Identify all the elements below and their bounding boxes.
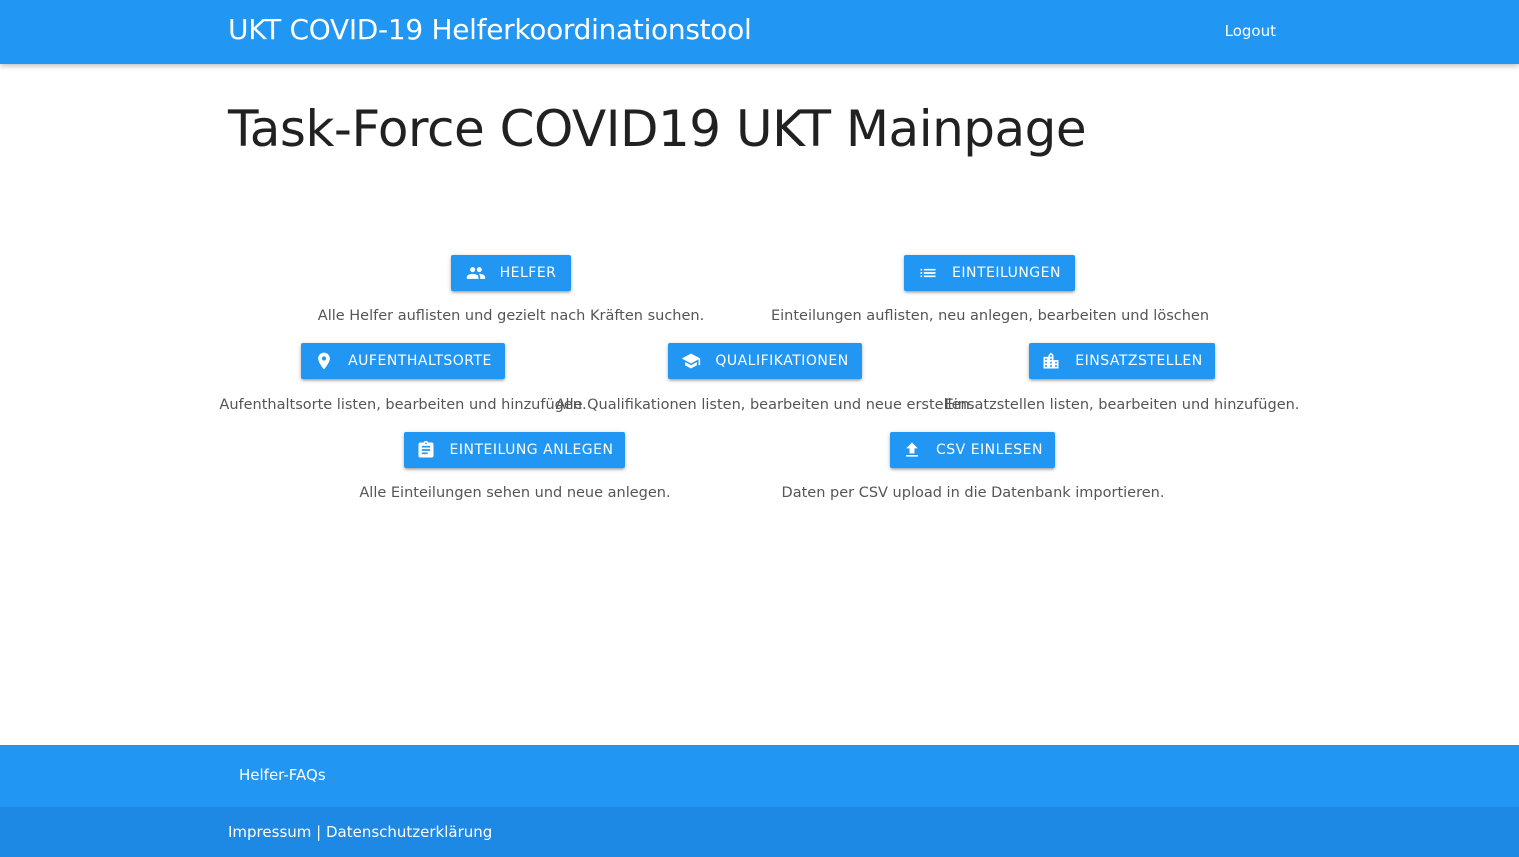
helfer-button[interactable]: Helfer (451, 255, 571, 291)
einsatzstellen-button-label: Einsatzstellen (1075, 353, 1203, 369)
einteilungen-button[interactable]: Einteilungen (904, 255, 1075, 291)
einteilung-anlegen-description: Alle Einteilungen sehen und neue anlegen… (359, 485, 671, 501)
app-brand-title[interactable]: UKT COVID-19 Helferkoordinationstool (228, 13, 752, 46)
einteilungen-button-label: Einteilungen (952, 265, 1061, 281)
upload-icon (902, 440, 922, 460)
aufenthaltsorte-button-label: Aufenthaltsorte (348, 353, 492, 369)
helfer-button-label: Helfer (499, 265, 557, 281)
csv-einlesen-button-label: CSV einlesen (936, 442, 1043, 458)
footer-legal-links: Impressum | Datenschutzerklärung (228, 823, 492, 841)
impressum-link[interactable]: Impressum (228, 823, 311, 841)
aufenthaltsorte-button[interactable]: Aufenthaltsorte (301, 343, 505, 379)
logout-link[interactable]: Logout (1225, 22, 1276, 40)
helfer-faqs-link[interactable]: Helfer-FAQs (239, 766, 326, 784)
footer-links-bar: Helfer-FAQs (0, 745, 1519, 807)
page-title: Task-Force COVID19 UKT Mainpage (228, 100, 1087, 158)
csv-einlesen-button[interactable]: CSV einlesen (890, 432, 1055, 468)
einteilung-anlegen-button-label: Einteilung anlegen (449, 442, 614, 458)
datenschutz-link[interactable]: Datenschutzerklärung (326, 823, 492, 841)
einsatzstellen-description: Einsatzstellen listen, bearbeiten und hi… (944, 397, 1300, 413)
school-icon (681, 351, 701, 371)
people-icon (466, 263, 486, 283)
csv-einlesen-description: Daten per CSV upload in die Datenbank im… (781, 485, 1165, 501)
qualifikationen-button[interactable]: Qualifikationen (668, 343, 862, 379)
location-city-icon (1041, 351, 1061, 371)
qualifikationen-description: Alle Qualifikationen listen, bearbeiten … (555, 397, 975, 413)
top-navbar: UKT COVID-19 Helferkoordinationstool Log… (0, 0, 1519, 64)
einteilungen-description: Einteilungen auflisten, neu anlegen, bea… (770, 308, 1210, 324)
aufenthaltsorte-description: Aufenthaltsorte listen, bearbeiten und h… (219, 397, 587, 413)
footer-separator: | (311, 823, 326, 841)
helfer-description: Alle Helfer auflisten und gezielt nach K… (317, 308, 705, 324)
einteilung-anlegen-button[interactable]: Einteilung anlegen (404, 432, 625, 468)
footer-copyright-bar: Impressum | Datenschutzerklärung (0, 807, 1519, 857)
qualifikationen-button-label: Qualifikationen (715, 353, 849, 369)
place-icon (314, 351, 334, 371)
assignment-icon (416, 440, 436, 460)
list-icon (918, 263, 938, 283)
einsatzstellen-button[interactable]: Einsatzstellen (1029, 343, 1215, 379)
